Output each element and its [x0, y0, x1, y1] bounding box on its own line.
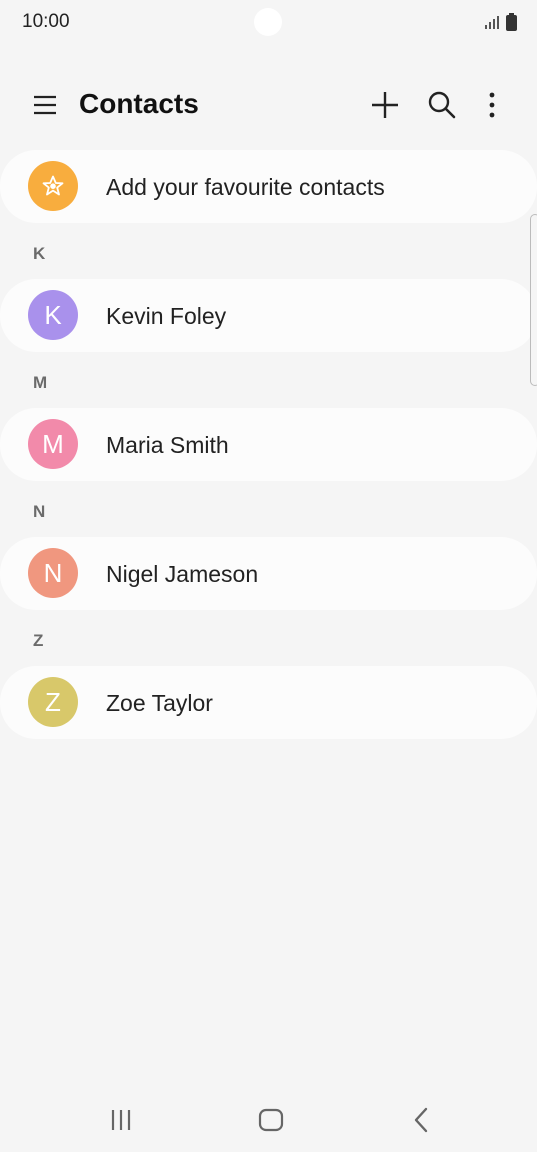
avatar: M — [28, 419, 78, 469]
home-icon[interactable] — [255, 1104, 287, 1136]
status-bar: 10:00 — [0, 0, 537, 46]
avatar: N — [28, 548, 78, 598]
section-header-m: M — [33, 373, 48, 392]
favourites-avatar — [28, 161, 78, 211]
avatar: Z — [28, 677, 78, 727]
battery-icon — [506, 13, 517, 31]
section-header-z: Z — [33, 631, 44, 650]
contact-row[interactable]: N Nigel Jameson — [0, 537, 537, 610]
section-header-n: N — [33, 502, 46, 521]
contact-name: Maria Smith — [106, 432, 229, 458]
section-header-k: K — [33, 244, 46, 263]
navigation-bar — [0, 1086, 537, 1152]
fast-scroller[interactable] — [530, 214, 537, 386]
more-options-icon[interactable] — [476, 89, 508, 121]
add-icon[interactable] — [369, 89, 401, 121]
contact-row[interactable]: K Kevin Foley — [0, 279, 537, 352]
page-title: Contacts — [79, 88, 199, 119]
signal-icon — [485, 16, 499, 29]
favourites-label: Add your favourite contacts — [106, 174, 385, 200]
contact-name: Nigel Jameson — [106, 561, 259, 587]
menu-icon[interactable] — [30, 90, 60, 120]
app-bar: Contacts — [0, 76, 537, 136]
contact-name: Kevin Foley — [106, 303, 227, 329]
search-icon[interactable] — [426, 89, 458, 121]
recents-icon[interactable] — [105, 1104, 137, 1136]
avatar: K — [28, 290, 78, 340]
contact-row[interactable]: Z Zoe Taylor — [0, 666, 537, 739]
add-favourites-row[interactable]: Add your favourite contacts — [0, 150, 537, 223]
back-icon[interactable] — [406, 1104, 438, 1136]
status-time: 10:00 — [22, 11, 70, 32]
star-icon — [42, 175, 64, 196]
contact-row[interactable]: M Maria Smith — [0, 408, 537, 481]
contact-name: Zoe Taylor — [106, 690, 213, 716]
camera-cutout — [254, 8, 282, 36]
